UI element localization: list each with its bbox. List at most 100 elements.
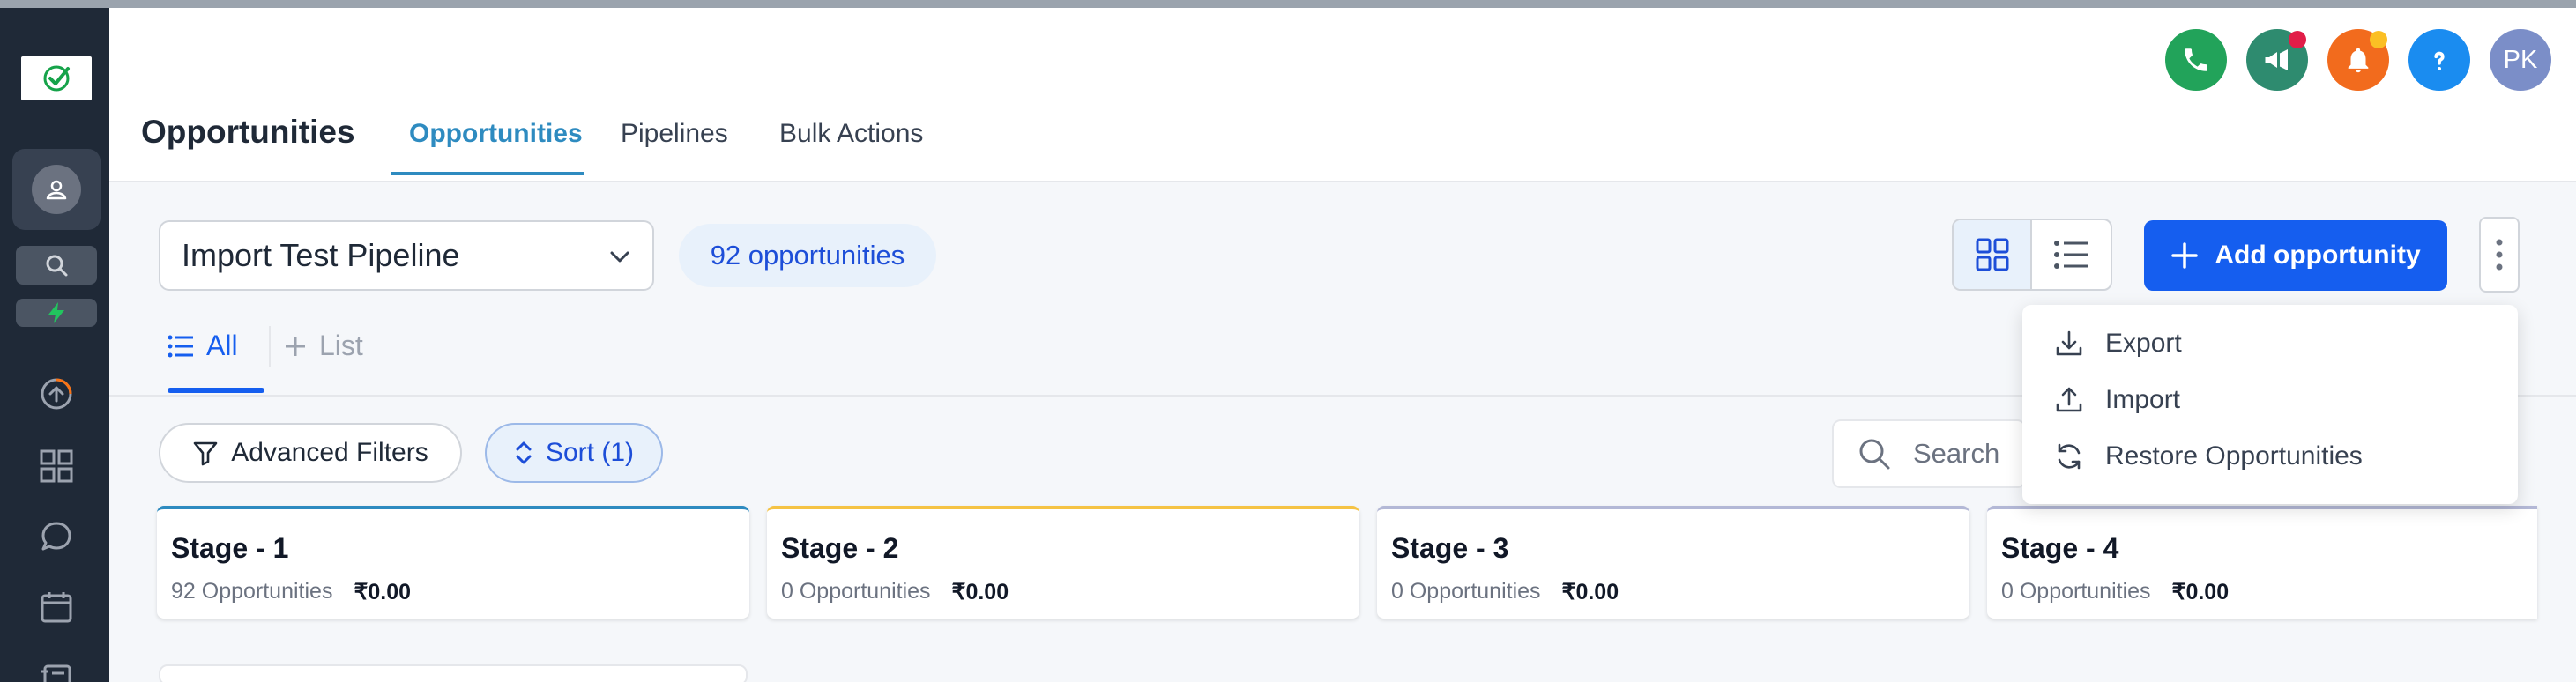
stage-name: Stage - 3 [1391, 532, 1509, 564]
menu-item-import[interactable]: Import [2022, 372, 2518, 428]
sidebar-item-contacts[interactable] [35, 655, 78, 682]
avatar[interactable]: PK [2490, 29, 2551, 91]
subtab-all-label: All [206, 330, 238, 361]
plus-icon [2171, 242, 2199, 269]
user-icon [46, 180, 67, 200]
list-icon [168, 335, 193, 357]
opportunity-card[interactable] [159, 664, 748, 682]
advanced-filters-button[interactable]: Advanced Filters [159, 423, 462, 483]
stage-count: 0 Opportunities [781, 579, 931, 604]
page-title: Opportunities [141, 114, 355, 150]
menu-item-import-label: Import [2105, 385, 2181, 414]
stage-count: 0 Opportunities [2001, 579, 2151, 604]
tab-bulk-actions[interactable]: Bulk Actions [779, 119, 923, 149]
megaphone-icon [2265, 49, 2288, 70]
user-icon-wrap [32, 165, 81, 214]
add-opportunity-label: Add opportunity [2215, 241, 2421, 270]
filter-icon [193, 441, 218, 466]
notification-dot [2370, 31, 2387, 48]
download-icon [2056, 330, 2082, 356]
pipeline-select[interactable]: Import Test Pipeline [159, 220, 654, 291]
more-options-menu: Export Import Restore Opportunities [2022, 305, 2518, 504]
stage-count: 0 Opportunities [1391, 579, 1541, 604]
add-opportunity-button[interactable]: Add opportunity [2144, 220, 2447, 291]
stage-count: 92 Opportunities [171, 579, 333, 604]
stage-meta: 0 Opportunities ₹0.00 [781, 579, 1345, 605]
sidebar-item-conversations[interactable] [35, 515, 78, 558]
add-list-button[interactable]: List [284, 330, 363, 362]
lightning-icon [48, 302, 64, 323]
menu-item-export-label: Export [2105, 329, 2182, 358]
phone-icon [2185, 48, 2207, 71]
page-header: Opportunities Opportunities Pipelines Bu… [109, 8, 2576, 182]
board-view-button[interactable] [1954, 220, 2033, 289]
stage-column[interactable]: Stage - 3 0 Opportunities ₹0.00 [1377, 506, 1969, 619]
active-tab-indicator [391, 172, 584, 175]
grid-icon [40, 449, 73, 483]
calendar-icon [41, 592, 72, 623]
list-view-button[interactable] [2032, 220, 2111, 289]
stage-column[interactable]: Stage - 2 0 Opportunities ₹0.00 [767, 506, 1359, 619]
sidebar-item-launchpad[interactable] [35, 373, 78, 415]
stage-name: Stage - 4 [2001, 532, 2119, 564]
announcements-button[interactable] [2246, 29, 2308, 91]
search-field[interactable] [1832, 419, 2026, 488]
check-logo-icon [43, 65, 70, 92]
stage-column[interactable]: Stage - 4 0 Opportunities ₹0.00 [1987, 506, 2537, 619]
stage-amount: ₹0.00 [951, 580, 1009, 604]
sidebar-item-dashboard[interactable] [35, 445, 78, 487]
refresh-icon [2058, 443, 2081, 470]
search-input[interactable] [1913, 438, 2001, 470]
notification-dot [2289, 31, 2306, 48]
bell-icon [2348, 48, 2369, 73]
search-icon [1859, 439, 1890, 470]
tab-pipelines[interactable]: Pipelines [621, 119, 728, 149]
menu-item-export[interactable]: Export [2022, 315, 2518, 372]
more-vertical-icon [2496, 239, 2503, 271]
list-view-icon [2053, 241, 2088, 269]
advanced-filters-label: Advanced Filters [231, 438, 428, 467]
notifications-button[interactable] [2327, 29, 2389, 91]
avatar-initials: PK [2503, 45, 2538, 74]
sidebar-quick-action-button[interactable] [16, 299, 97, 327]
more-options-button[interactable] [2479, 217, 2520, 293]
stage-meta: 92 Opportunities ₹0.00 [171, 579, 735, 605]
stage-name: Stage - 1 [171, 532, 289, 564]
subtab-all[interactable]: All [168, 330, 238, 362]
upload-circle-icon [41, 378, 72, 410]
stage-name: Stage - 2 [781, 532, 899, 564]
plus-icon [286, 336, 305, 356]
menu-item-restore[interactable]: Restore Opportunities [2022, 428, 2518, 485]
subtab-separator [269, 326, 271, 367]
stage-amount: ₹0.00 [354, 580, 412, 604]
phone-button[interactable] [2165, 29, 2227, 91]
app-logo[interactable] [21, 56, 92, 100]
help-icon [2434, 51, 2445, 70]
sidebar-item-opportunities[interactable] [12, 149, 101, 230]
sort-label: Sort (1) [545, 438, 635, 467]
grid-view-icon [1976, 238, 2008, 271]
upload-icon [2056, 387, 2082, 412]
stage-meta: 0 Opportunities ₹0.00 [2001, 579, 2523, 605]
sidebar-search-button[interactable] [16, 246, 97, 285]
window-top-strip [0, 0, 2576, 8]
chat-bubble-icon [41, 522, 71, 551]
sidebar-item-calendar[interactable] [35, 586, 78, 628]
view-toggle [1952, 219, 2112, 291]
chevron-down-icon [610, 251, 629, 263]
sort-icon [516, 441, 532, 464]
active-subtab-indicator [168, 388, 264, 393]
stage-amount: ₹0.00 [2171, 580, 2230, 604]
stage-amount: ₹0.00 [1561, 580, 1619, 604]
pipeline-select-value: Import Test Pipeline [182, 237, 460, 273]
search-icon [46, 255, 68, 277]
help-button[interactable] [2408, 29, 2470, 91]
opportunity-count-badge: 92 opportunities [679, 224, 936, 287]
stage-meta: 0 Opportunities ₹0.00 [1391, 579, 1955, 605]
tab-opportunities[interactable]: Opportunities [409, 119, 583, 149]
sort-button[interactable]: Sort (1) [485, 423, 663, 483]
menu-item-restore-label: Restore Opportunities [2105, 441, 2363, 471]
sidebar [0, 8, 109, 682]
address-book-icon [41, 664, 71, 682]
stage-column[interactable]: Stage - 1 92 Opportunities ₹0.00 [157, 506, 749, 619]
